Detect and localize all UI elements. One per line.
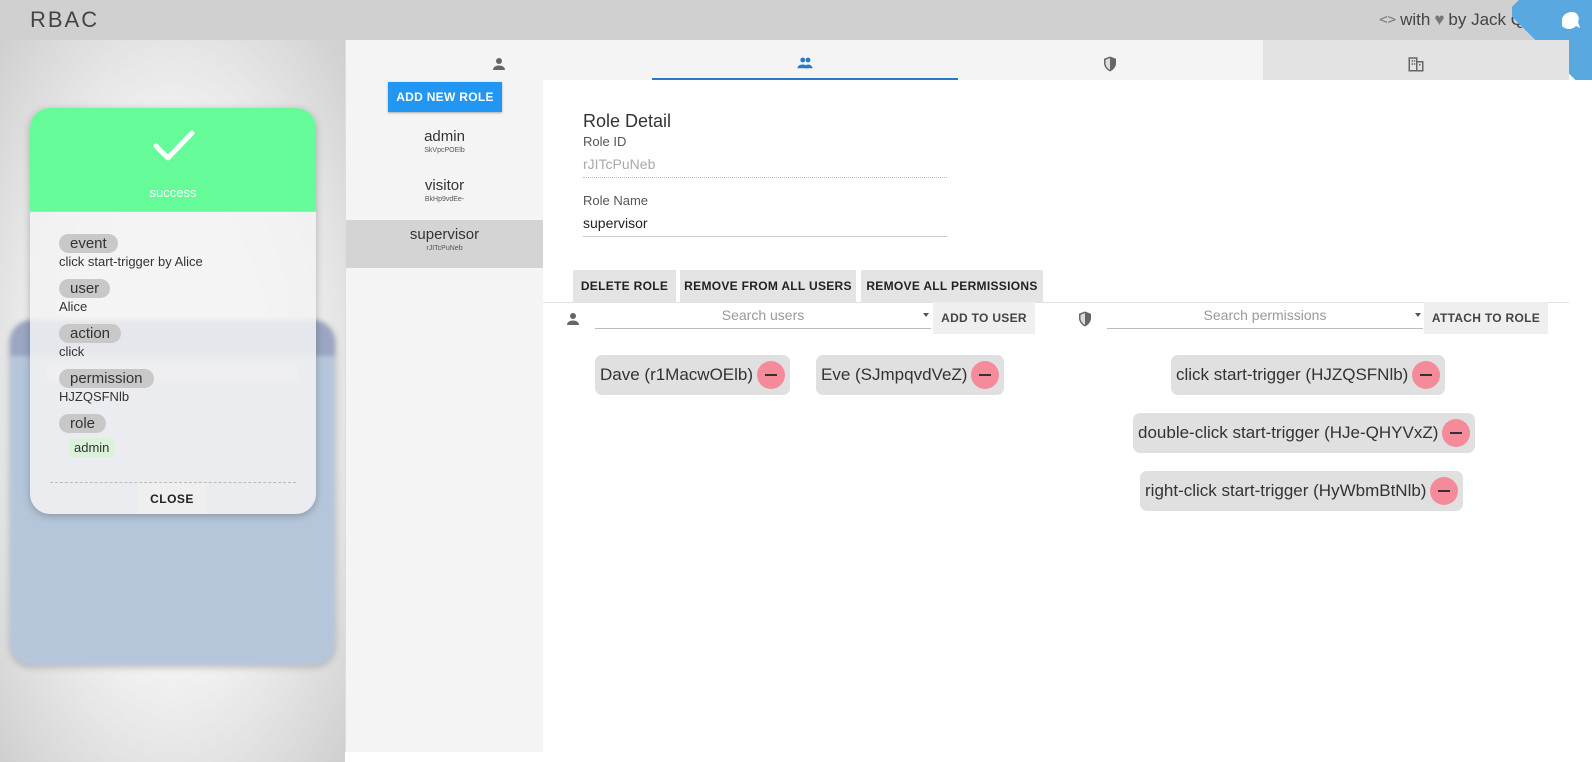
heart-icon: ♥ (1434, 10, 1445, 29)
role-chip: admin (69, 438, 115, 457)
add-to-user-button[interactable]: ADD TO USER (933, 302, 1035, 334)
tab-permissions[interactable] (958, 40, 1264, 80)
user-chip: Dave (r1MacwOElb) (595, 355, 791, 395)
role-item-name: visitor (424, 177, 465, 194)
role-detail: Role Detail Role ID rJITcPuNeb Role Name… (543, 80, 1569, 752)
tab-roles[interactable] (651, 40, 958, 80)
delete-role-button[interactable]: DELETE ROLE (573, 270, 676, 302)
permission-chip-label: right-click start-trigger (HyWbmBtNlb) (1145, 481, 1427, 500)
action-value: click (59, 344, 85, 359)
role-item-id: SkVpcPOElb (424, 147, 465, 154)
event-value: click start-trigger by Alice (59, 254, 203, 269)
permission-chip-label: click start-trigger (HJZQSFNlb) (1176, 365, 1409, 384)
role-item-name: admin (424, 128, 465, 145)
shield-icon (1079, 311, 1091, 327)
search-permissions-select[interactable]: Search permissions (1107, 307, 1423, 329)
github-octocat-icon (1562, 12, 1580, 29)
chevron-down-icon (923, 313, 929, 317)
role-item-name: supervisor (409, 226, 480, 243)
code-icon: <> (1379, 12, 1397, 28)
role-item-id: BkHp9vdEe- (424, 196, 465, 203)
search-users-placeholder: Search users (721, 307, 805, 323)
user-value: Alice (59, 299, 88, 314)
modal-header: success (30, 108, 316, 212)
divider (543, 302, 1569, 303)
role-list: ADD NEW ROLE admin SkVpcPOElb visitor Bk… (346, 80, 543, 752)
role-id-label: Role ID (583, 134, 627, 149)
permission-value: HJZQSFNlb (59, 389, 130, 404)
user-label: user (59, 279, 111, 298)
role-name-input[interactable]: supervisor (583, 215, 947, 237)
permission-chip: right-click start-trigger (HyWbmBtNlb) (1140, 471, 1464, 511)
user-chip-label: Eve (SJmpqvdVeZ) (821, 365, 968, 384)
event-label: event (59, 234, 118, 253)
remove-all-permissions-button[interactable]: REMOVE ALL PERMISSIONS (861, 270, 1043, 302)
top-bar: RBAC <> with ♥ by Jack Q (0, 0, 1592, 40)
search-users-select[interactable]: Search users (595, 307, 931, 329)
tab-organizations[interactable] (1263, 40, 1569, 80)
remove-icon[interactable] (757, 361, 786, 389)
role-id-field: rJITcPuNeb (583, 156, 947, 178)
remove-icon[interactable] (1442, 419, 1471, 447)
group-icon (797, 57, 813, 69)
app-title: RBAC (30, 7, 100, 32)
credit-with: with (1400, 10, 1431, 29)
search-permissions-placeholder: Search permissions (1203, 307, 1327, 323)
shield-icon (1104, 56, 1117, 72)
building-icon (1408, 57, 1424, 72)
attach-to-role-button[interactable]: ATTACH TO ROLE (1424, 302, 1548, 334)
remove-icon[interactable] (1412, 361, 1441, 389)
main-panel: ADD NEW ROLE admin SkVpcPOElb visitor Bk… (345, 40, 1569, 752)
credit: <> with ♥ by Jack Q (1379, 10, 1524, 30)
permission-chip: double-click start-trigger (HJe-QHYVxZ) (1133, 413, 1476, 453)
role-list-item-selected[interactable]: supervisor rJITcPuNeb (346, 220, 543, 268)
tab-bar (346, 40, 1569, 80)
result-modal: success event click start-trigger by Ali… (30, 108, 316, 514)
role-label: role (59, 414, 107, 433)
action-label: action (59, 324, 122, 343)
role-item-id: rJITcPuNeb (426, 245, 463, 252)
action-field: action click (59, 324, 286, 364)
user-icon (567, 313, 579, 325)
event-field: event click start-trigger by Alice (59, 234, 286, 274)
user-icon (492, 58, 505, 70)
chevron-down-icon (1415, 313, 1421, 317)
user-chip: Eve (SJmpqvdVeZ) (816, 355, 1005, 395)
check-icon (153, 130, 195, 161)
remove-icon[interactable] (971, 361, 1000, 389)
permission-field: permission HJZQSFNlb (59, 369, 286, 409)
permission-chip: click start-trigger (HJZQSFNlb) (1171, 355, 1446, 395)
add-new-role-button[interactable]: ADD NEW ROLE (388, 82, 502, 112)
modal-status: success (149, 185, 197, 200)
permission-chip-label: double-click start-trigger (HJe-QHYVxZ) (1138, 423, 1439, 442)
role-list-item[interactable]: admin SkVpcPOElb (346, 122, 543, 170)
role-name-label: Role Name (583, 193, 649, 208)
remove-from-all-users-button[interactable]: REMOVE FROM ALL USERS (680, 270, 856, 302)
user-field: user Alice (59, 279, 286, 319)
detail-title: Role Detail (583, 111, 672, 131)
permission-label: permission (59, 369, 154, 388)
modal-body: event click start-trigger by Alice user … (30, 212, 316, 457)
close-button[interactable]: CLOSE (138, 483, 206, 514)
role-list-item[interactable]: visitor BkHp9vdEe- (346, 171, 543, 219)
remove-icon[interactable] (1430, 477, 1459, 505)
tab-users[interactable] (346, 40, 652, 80)
user-chip-label: Dave (r1MacwOElb) (600, 365, 754, 384)
role-field: role admin (59, 414, 286, 457)
